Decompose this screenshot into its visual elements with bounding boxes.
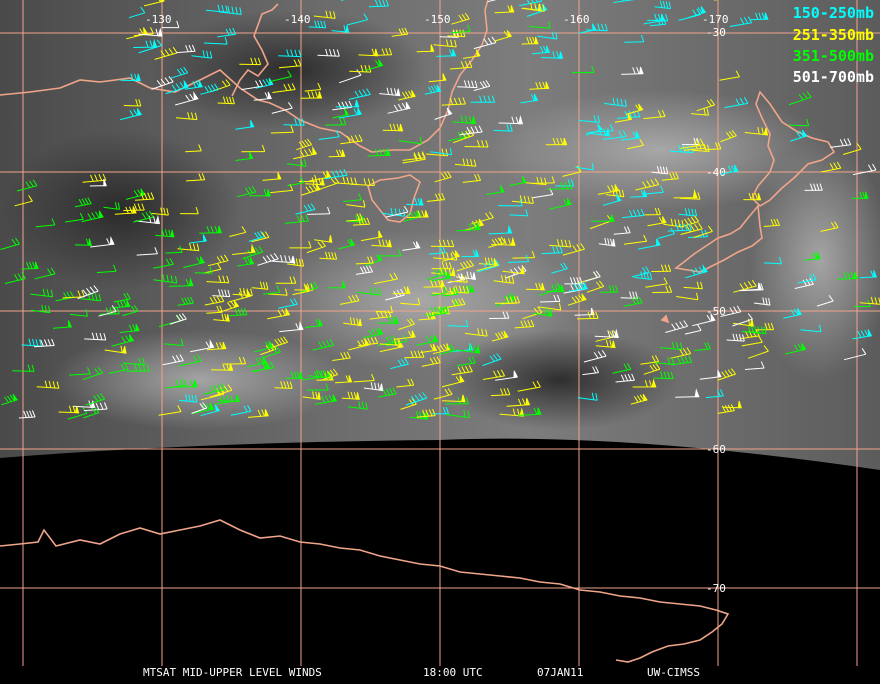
pressure-legend: 150-250mb 251-350mb 351-500mb 501-700mb [0,0,880,100]
footer-date: 07JAN11 [537,666,583,679]
lat-label-60: -60 [706,443,726,456]
footer-product: MTSAT MID-UPPER LEVEL WINDS [143,666,322,679]
lat-label-70: -70 [706,582,726,595]
map-canvas: -130 -140 -150 -160 -170 -30 -40 -50 -60… [0,0,880,680]
legend-item-251-350mb: 251-350mb [793,26,874,44]
footer-caption: MTSAT MID-UPPER LEVEL WINDS 18:00 UTC 07… [0,666,880,680]
legend-item-501-700mb: 501-700mb [793,68,874,86]
antarctica-coast [0,520,728,662]
legend-item-150-250mb: 150-250mb [793,4,874,22]
footer-time: 18:00 UTC [423,666,483,679]
footer-source: UW-CIMSS [647,666,700,679]
lat-label-40: -40 [706,166,726,179]
legend-item-351-500mb: 351-500mb [793,47,874,65]
satellite-map: -130 -140 -150 -160 -170 -30 -40 -50 -60… [0,0,880,680]
